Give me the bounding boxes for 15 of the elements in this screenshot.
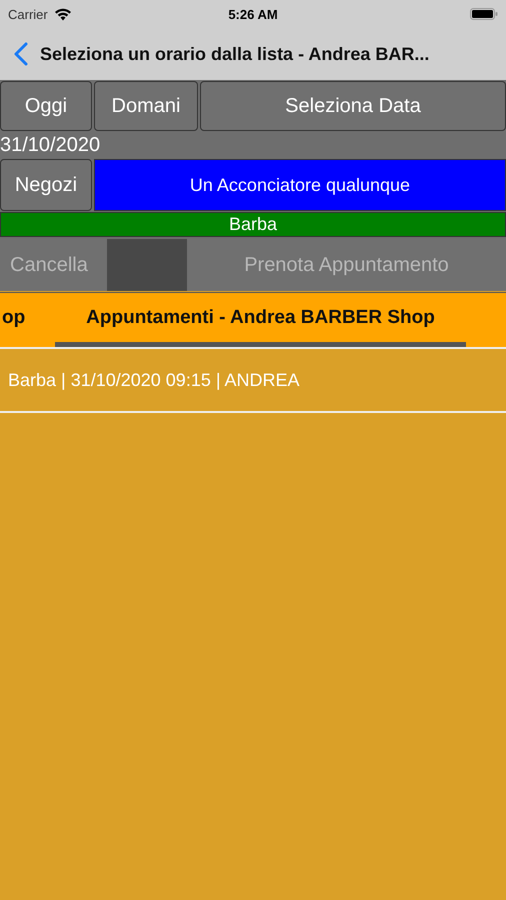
selected-date: 31/10/2020 bbox=[0, 133, 102, 158]
wifi-icon bbox=[54, 8, 72, 20]
battery-icon bbox=[470, 8, 498, 20]
shops-button[interactable]: Negozi bbox=[0, 159, 92, 211]
screen-title: Seleziona un orario dalla lista - Andrea BAR... bbox=[40, 44, 430, 64]
service-selector[interactable]: Barba bbox=[0, 212, 506, 237]
date-button[interactable]: Domani bbox=[94, 81, 198, 131]
back-chevron-icon[interactable] bbox=[14, 42, 28, 66]
tab[interactable]: op bbox=[0, 293, 55, 347]
barber-selector[interactable]: Un Acconciatore qualunque bbox=[94, 159, 506, 211]
date-button[interactable]: Oggi bbox=[0, 81, 92, 131]
clock-time: 5:26 AM bbox=[228, 6, 278, 22]
carrier-name: Carrier bbox=[8, 6, 48, 22]
date-button[interactable]: Seleziona Data bbox=[200, 81, 506, 131]
tab[interactable]: Appuntamenti - Andrea BARBER Shop bbox=[55, 293, 466, 347]
